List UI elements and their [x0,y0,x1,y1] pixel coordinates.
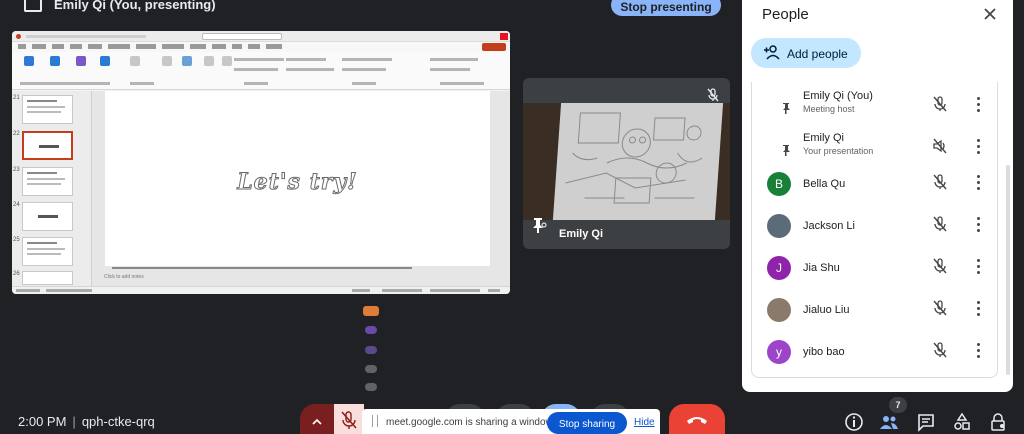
panel-title: People [762,6,809,23]
participant-role: Meeting host [803,104,855,114]
drag-handle-icon[interactable] [372,415,378,427]
sharing-message: meet.google.com is sharing a window. [386,417,555,428]
reaction-icon[interactable] [363,306,379,316]
participant-row[interactable]: J Jia Shu [752,248,999,288]
participant-video-tile[interactable]: Emily Qi [523,78,730,249]
mic-off-icon[interactable] [932,216,948,237]
hide-link[interactable]: Hide [634,417,655,428]
mic-off-icon[interactable] [932,96,948,117]
slide-thumb [22,237,73,266]
present-screen-icon [24,0,42,12]
ppt-share-button [482,43,506,51]
slide-thumb [22,167,73,196]
slide-thumb-selected [22,131,73,160]
participant-name: Emily Qi [559,228,604,240]
stop-sharing-button[interactable]: Stop sharing [547,412,627,434]
participant-count-badge: 7 [889,397,907,413]
volume-off-icon[interactable] [932,138,948,159]
avatar: y [767,340,791,364]
slide-thumb [22,95,73,124]
ppt-title-bar [12,31,510,42]
window-close-icon [500,33,508,40]
slide-editor: Let's try! Click to add notes [92,91,510,287]
mic-options-button[interactable] [300,404,334,434]
participant-row[interactable]: Jialuo Liu [752,290,999,330]
ppt-ribbon [12,52,510,90]
pin-icon [782,101,792,119]
pin-icon [782,143,792,161]
clock-time: 2:00 PM [18,414,67,429]
mic-off-icon[interactable] [932,342,948,363]
more-options-icon[interactable] [976,216,980,232]
camera-video [523,103,730,220]
shared-window: 21 22 23 24 25 26 Let's try! Click to ad… [12,31,510,294]
reaction-icon[interactable] [365,365,377,373]
more-options-icon[interactable] [976,96,980,112]
meeting-info: 2:00 PM | qph-ctke-qrq [18,414,155,429]
participant-list: Emily Qi (You) Meeting host Emily Qi You… [751,82,998,378]
presenting-label: Emily Qi (You, presenting) [54,0,216,12]
avatar: B [767,172,791,196]
mic-off-icon[interactable] [932,258,948,279]
more-options-icon[interactable] [976,300,980,316]
end-call-button[interactable] [669,404,725,434]
participant-name: yibo bao [803,346,845,358]
participant-name: Bella Qu [803,178,846,190]
pin-icon[interactable] [531,216,547,239]
current-slide: Let's try! [105,91,490,266]
participant-row[interactable]: Emily Qi (You) Meeting host [752,86,999,126]
info-icon[interactable] [843,411,865,433]
avatar [767,298,791,322]
participant-row[interactable]: y yibo bao [752,332,999,372]
more-options-icon[interactable] [976,342,980,358]
add-person-icon [763,44,781,63]
participant-name: Jackson Li [803,220,855,232]
slide-h-scrollbar [112,267,412,269]
presenting-bar: Emily Qi (You, presenting) Stop presenti… [0,0,740,16]
stop-presenting-button[interactable]: Stop presenting [611,0,721,16]
participant-role: Your presentation [803,146,874,156]
participant-row[interactable]: Jackson Li [752,206,999,246]
reaction-icon[interactable] [365,346,377,354]
ppt-body: 21 22 23 24 25 26 Let's try! Click to ad… [12,91,510,287]
notes-placeholder: Click to add notes [104,274,144,280]
more-options-icon[interactable] [976,138,980,154]
chat-icon[interactable] [915,411,937,433]
ppt-title-text [26,35,146,38]
mic-toggle-button[interactable] [334,404,364,434]
ppt-search-box [202,33,282,40]
slide-title: Let's try! [237,169,358,196]
avatar [767,214,791,238]
participant-name: Jialuo Liu [803,304,850,316]
reaction-icon[interactable] [365,383,377,391]
meeting-code: qph-ctke-qrq [81,414,155,429]
more-options-icon[interactable] [976,258,980,274]
participant-name: Emily Qi (You) [803,90,873,102]
avatar: J [767,256,791,280]
more-options-icon[interactable] [976,174,980,190]
panel-scrollbar[interactable] [1006,165,1010,375]
sharing-notification: meet.google.com is sharing a window. Sto… [362,409,660,434]
people-panel: People Add people Emily Qi (You) Meeting… [742,0,1013,392]
slide-thumb [22,202,73,231]
reaction-icon[interactable] [365,326,377,334]
slide-thumb [22,271,73,285]
mic-off-icon[interactable] [932,174,948,195]
host-controls-icon[interactable] [987,411,1009,433]
ppt-menu-bar [12,42,510,52]
powerpoint-logo-icon [16,34,21,39]
ppt-status-bar [12,286,510,294]
mic-off-icon[interactable] [932,300,948,321]
add-people-button[interactable]: Add people [751,38,861,68]
people-icon[interactable] [878,411,900,433]
participant-name: Jia Shu [803,262,840,274]
close-icon[interactable] [980,4,1000,24]
slide-thumbnails: 21 22 23 24 25 26 [12,91,92,287]
drawing-paper [552,103,724,220]
activities-icon[interactable] [951,411,973,433]
participant-name: Emily Qi [803,132,844,144]
participant-row[interactable]: Emily Qi Your presentation [752,128,999,168]
participant-row[interactable]: B Bella Qu [752,164,999,204]
